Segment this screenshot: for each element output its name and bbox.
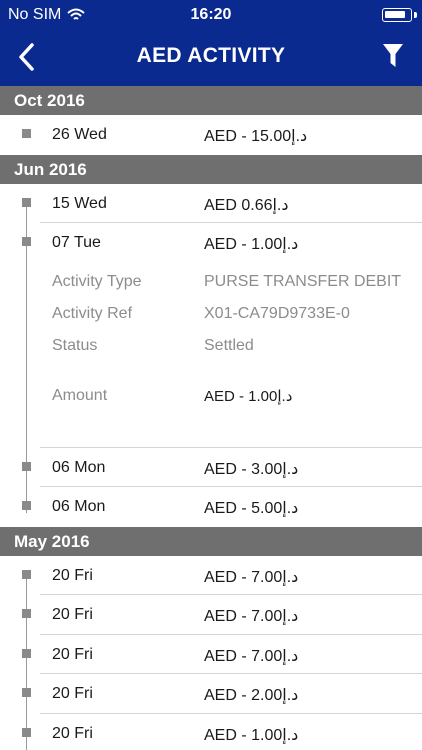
app-header: No SIM 16:20 AED ACTIVITY [0, 0, 422, 86]
section-header-may-2016: May 2016 [0, 526, 422, 556]
activity-date: 20 Fri [52, 606, 93, 623]
square-bullet-icon [22, 609, 31, 618]
filter-button[interactable] [378, 40, 408, 72]
page-title: AED ACTIVITY [136, 44, 286, 67]
activity-amount: AED - 5.00د.إ [204, 500, 299, 517]
square-bullet-icon [22, 688, 31, 697]
square-bullet-icon [22, 129, 31, 138]
amount-label: Amount [52, 386, 108, 404]
status-label: Status [52, 336, 98, 354]
square-bullet-icon [22, 727, 31, 737]
activity-row[interactable]: 20 Fri AED - 7.00د.إ [0, 595, 422, 635]
status-value: Settled [204, 336, 254, 354]
activity-details: Activity Type PURSE TRANSFER DEBIT Activ… [0, 263, 422, 448]
activity-amount: AED - 3.00د.إ [204, 460, 299, 478]
square-bullet-icon [22, 569, 31, 579]
activity-row[interactable]: 06 Mon AED - 5.00د.إ [0, 487, 422, 527]
square-bullet-icon [22, 648, 31, 658]
activity-amount: AED - 7.00د.إ [204, 568, 299, 586]
activity-ref-value: X01-CA79D9733E-0 [204, 304, 350, 322]
square-bullet-icon [22, 237, 31, 246]
activity-amount: AED - 1.00د.إ [204, 236, 299, 253]
activity-row[interactable]: 20 Fri AED - 7.00د.إ [0, 635, 422, 674]
activity-amount: AED - 2.00د.إ [204, 687, 299, 704]
activity-date: 15 Wed [52, 194, 107, 212]
activity-row[interactable]: 15 Wed AED 0.66د.إ [0, 184, 422, 223]
filter-icon [383, 44, 403, 67]
section-header-oct-2016: Oct 2016 [0, 86, 422, 115]
activity-date: 20 Fri [52, 645, 93, 663]
activity-amount: AED - 1.00د.إ [204, 726, 299, 744]
activity-date: 07 Tue [52, 234, 101, 251]
activity-ref-label: Activity Ref [52, 304, 133, 322]
activity-amount: AED - 15.00د.إ [204, 128, 308, 145]
activity-row[interactable]: 20 Fri AED - 1.00د.إ [0, 714, 422, 750]
activity-list: Oct 2016 26 Wed AED - 15.00د.إ Jun 2016 … [0, 86, 422, 750]
battery-tip [414, 12, 417, 18]
status-time: 16:20 [190, 6, 232, 23]
square-bullet-icon [22, 501, 31, 510]
section-header-jun-2016: Jun 2016 [0, 154, 422, 184]
activity-row[interactable]: 20 Fri AED - 2.00د.إ [0, 674, 422, 714]
activity-row[interactable]: 20 Fri AED - 7.00د.إ [0, 556, 422, 595]
activity-row[interactable]: 26 Wed AED - 15.00د.إ [0, 115, 422, 155]
status-bar: No SIM 16:20 [0, 0, 422, 30]
activity-date: 06 Mon [52, 458, 106, 476]
section-jun-2016: 15 Wed AED 0.66د.إ 07 Tue AED - 1.00د.إ … [0, 184, 422, 527]
amount-value: AED - 1.00د.إ [204, 387, 293, 405]
activity-amount: AED - 7.00د.إ [204, 608, 299, 625]
activity-date: 26 Wed [52, 126, 107, 143]
activity-type-label: Activity Type [52, 272, 142, 290]
square-bullet-icon [22, 197, 31, 207]
section-may-2016: 20 Fri AED - 7.00د.إ 20 Fri AED - 7.00د.… [0, 556, 422, 750]
activity-row[interactable]: 06 Mon AED - 3.00د.إ [0, 448, 422, 487]
activity-date: 06 Mon [52, 498, 106, 515]
activity-date: 20 Fri [52, 566, 93, 584]
activity-type-value: PURSE TRANSFER DEBIT [204, 272, 402, 290]
activity-date: 20 Fri [52, 724, 93, 742]
activity-amount: AED 0.66د.إ [204, 196, 289, 214]
square-bullet-icon [22, 461, 31, 471]
activity-amount: AED - 7.00د.إ [204, 647, 299, 665]
activity-row-expanded[interactable]: 07 Tue AED - 1.00د.إ [0, 223, 422, 263]
battery-icon [382, 8, 412, 22]
activity-date: 20 Fri [52, 685, 93, 702]
